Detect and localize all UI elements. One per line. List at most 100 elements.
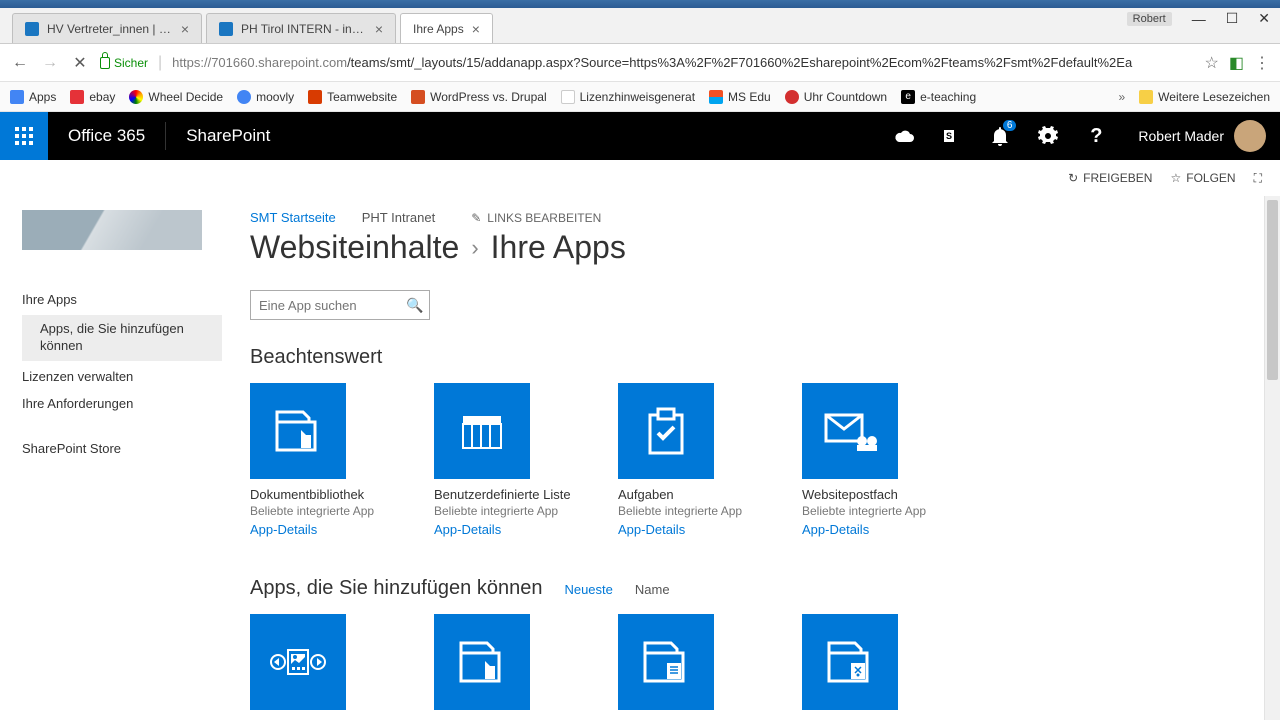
focus-mode-icon[interactable]: ⛶ <box>1254 171 1262 186</box>
apps-shortcut[interactable]: Apps <box>10 90 56 104</box>
addable-tiles <box>250 614 1242 710</box>
tab-close-icon[interactable]: × <box>472 21 480 37</box>
window-close[interactable]: ✕ <box>1258 10 1270 27</box>
page-title: Ihre Apps <box>491 229 626 266</box>
favicon-icon <box>25 22 39 36</box>
app-launcher[interactable] <box>0 112 48 160</box>
nav-sharepoint-store[interactable]: SharePoint Store <box>22 435 222 462</box>
tasks-icon <box>618 383 714 479</box>
bookmark-item[interactable]: Teamwebsite <box>308 90 397 104</box>
notifications-icon[interactable]: 6 <box>976 112 1024 160</box>
app-tile[interactable]: Websitepostfach Beliebte integrierte App… <box>802 383 898 537</box>
follow-button[interactable]: ☆FOLGEN <box>1170 171 1235 185</box>
breadcrumb-parent[interactable]: Websiteinhalte <box>250 229 459 266</box>
site-logo[interactable] <box>22 210 202 250</box>
browser-menu-icon[interactable]: ⋮ <box>1254 53 1270 73</box>
nav-apps-you-can-add[interactable]: Apps, die Sie hinzufügen können <box>22 315 222 361</box>
user-name[interactable]: Robert Mader <box>1120 128 1234 144</box>
secure-indicator[interactable]: Sicher <box>100 56 148 70</box>
scrollbar-thumb[interactable] <box>1267 200 1278 380</box>
scrollbar[interactable] <box>1264 196 1280 720</box>
window-maximize[interactable]: ☐ <box>1226 10 1239 27</box>
search-icon[interactable]: 🔍 <box>401 297 429 314</box>
topnav-link[interactable]: SMT Startseite <box>250 210 336 225</box>
tab-close-icon[interactable]: × <box>181 21 189 37</box>
bookmark-item[interactable]: Uhr Countdown <box>785 90 887 104</box>
tab-title: HV Vertreter_innen | Pä… <box>47 22 173 36</box>
svg-text:S: S <box>946 131 952 141</box>
search-input[interactable] <box>251 298 401 313</box>
browser-tab[interactable]: HV Vertreter_innen | Pä… × <box>12 13 202 43</box>
extension-icon[interactable]: ◧ <box>1229 53 1244 73</box>
bookmark-item[interactable]: moovly <box>237 90 294 104</box>
tile-subtitle: Beliebte integrierte App <box>802 504 898 518</box>
nav-manage-licenses[interactable]: Lizenzen verwalten <box>22 363 222 390</box>
favicon-icon <box>308 90 322 104</box>
browser-tab[interactable]: Ihre Apps× <box>400 13 493 43</box>
document-library-icon <box>250 383 346 479</box>
sort-name[interactable]: Name <box>635 582 670 597</box>
window-user-badge: Robert <box>1127 12 1172 26</box>
bookmark-overflow-icon[interactable]: » <box>1118 90 1125 104</box>
onedrive-icon[interactable] <box>880 112 928 160</box>
bookmark-bar: Apps ebay Wheel Decide moovly Teamwebsit… <box>0 82 1280 112</box>
nav-stop-icon[interactable]: ✕ <box>70 53 90 73</box>
share-icon: ↻ <box>1068 171 1078 185</box>
app-tile[interactable] <box>250 614 346 710</box>
favicon-icon <box>219 22 233 36</box>
app-details-link[interactable]: App-Details <box>434 522 530 537</box>
app-tile[interactable]: Dokumentbibliothek Beliebte integrierte … <box>250 383 346 537</box>
edit-links[interactable]: ✎LINKS BEARBEITEN <box>471 211 601 225</box>
bookmark-item[interactable]: ee-teaching <box>901 90 976 104</box>
bookmark-item[interactable]: MS Edu <box>709 90 771 104</box>
topnav-link[interactable]: PHT Intranet <box>362 210 435 225</box>
app-name[interactable]: SharePoint <box>166 126 290 146</box>
app-details-link[interactable]: App-Details <box>618 522 714 537</box>
nav-your-requests[interactable]: Ihre Anforderungen <box>22 390 222 417</box>
lock-icon <box>100 57 110 69</box>
favicon-icon <box>411 90 425 104</box>
notification-count: 6 <box>1003 120 1017 131</box>
app-tile[interactable] <box>802 614 898 710</box>
favicon-icon <box>70 90 84 104</box>
help-icon[interactable]: ? <box>1072 112 1120 160</box>
share-button[interactable]: ↻FREIGEBEN <box>1068 171 1152 185</box>
o365-brand[interactable]: Office 365 <box>48 126 165 146</box>
browser-tab[interactable]: PH Tirol INTERN - intern× <box>206 13 396 43</box>
app-details-link[interactable]: App-Details <box>250 522 346 537</box>
nav-back-icon[interactable]: ← <box>10 54 30 72</box>
sharepoint-icon[interactable]: S <box>928 112 976 160</box>
app-tile[interactable] <box>618 614 714 710</box>
bookmark-item[interactable]: Wheel Decide <box>129 90 223 104</box>
address-bar[interactable]: https://701660.sharepoint.com/teams/smt/… <box>172 55 1194 70</box>
window-minimize[interactable]: — <box>1192 11 1206 27</box>
tile-title: Dokumentbibliothek <box>250 487 346 502</box>
noteworthy-tiles: Dokumentbibliothek Beliebte integrierte … <box>250 383 1242 537</box>
bookmark-star-icon[interactable]: ☆ <box>1205 53 1219 73</box>
user-avatar[interactable] <box>1234 120 1266 152</box>
app-details-link[interactable]: App-Details <box>802 522 898 537</box>
suite-bar: Office 365 SharePoint S 6 ? Robert Mader <box>0 112 1280 160</box>
sort-newest[interactable]: Neueste <box>564 582 612 597</box>
favicon-icon <box>785 90 799 104</box>
tab-close-icon[interactable]: × <box>375 21 383 37</box>
site-mailbox-icon <box>802 383 898 479</box>
bookmark-item[interactable]: ebay <box>70 90 115 104</box>
nav-forward-icon: → <box>40 54 60 72</box>
other-bookmarks[interactable]: Weitere Lesezeichen <box>1139 90 1270 104</box>
app-tile[interactable]: Aufgaben Beliebte integrierte App App-De… <box>618 383 714 537</box>
pencil-icon: ✎ <box>471 211 481 225</box>
app-tile[interactable] <box>434 614 530 710</box>
tile-title: Aufgaben <box>618 487 714 502</box>
custom-list-icon <box>434 383 530 479</box>
nav-your-apps[interactable]: Ihre Apps <box>22 286 222 313</box>
app-tile[interactable]: Benutzerdefinierte Liste Beliebte integr… <box>434 383 530 537</box>
app-search[interactable]: 🔍 <box>250 290 430 320</box>
bookmark-item[interactable]: WordPress vs. Drupal <box>411 90 546 104</box>
settings-icon[interactable] <box>1024 112 1072 160</box>
star-icon: ☆ <box>1170 171 1181 185</box>
bookmark-item[interactable]: Lizenzhinweisgenerat <box>561 90 695 104</box>
tile-title: Websitepostfach <box>802 487 898 502</box>
section-noteworthy-title: Beachtenswert <box>250 346 1242 369</box>
top-nav: SMT Startseite PHT Intranet ✎LINKS BEARB… <box>250 210 1242 225</box>
